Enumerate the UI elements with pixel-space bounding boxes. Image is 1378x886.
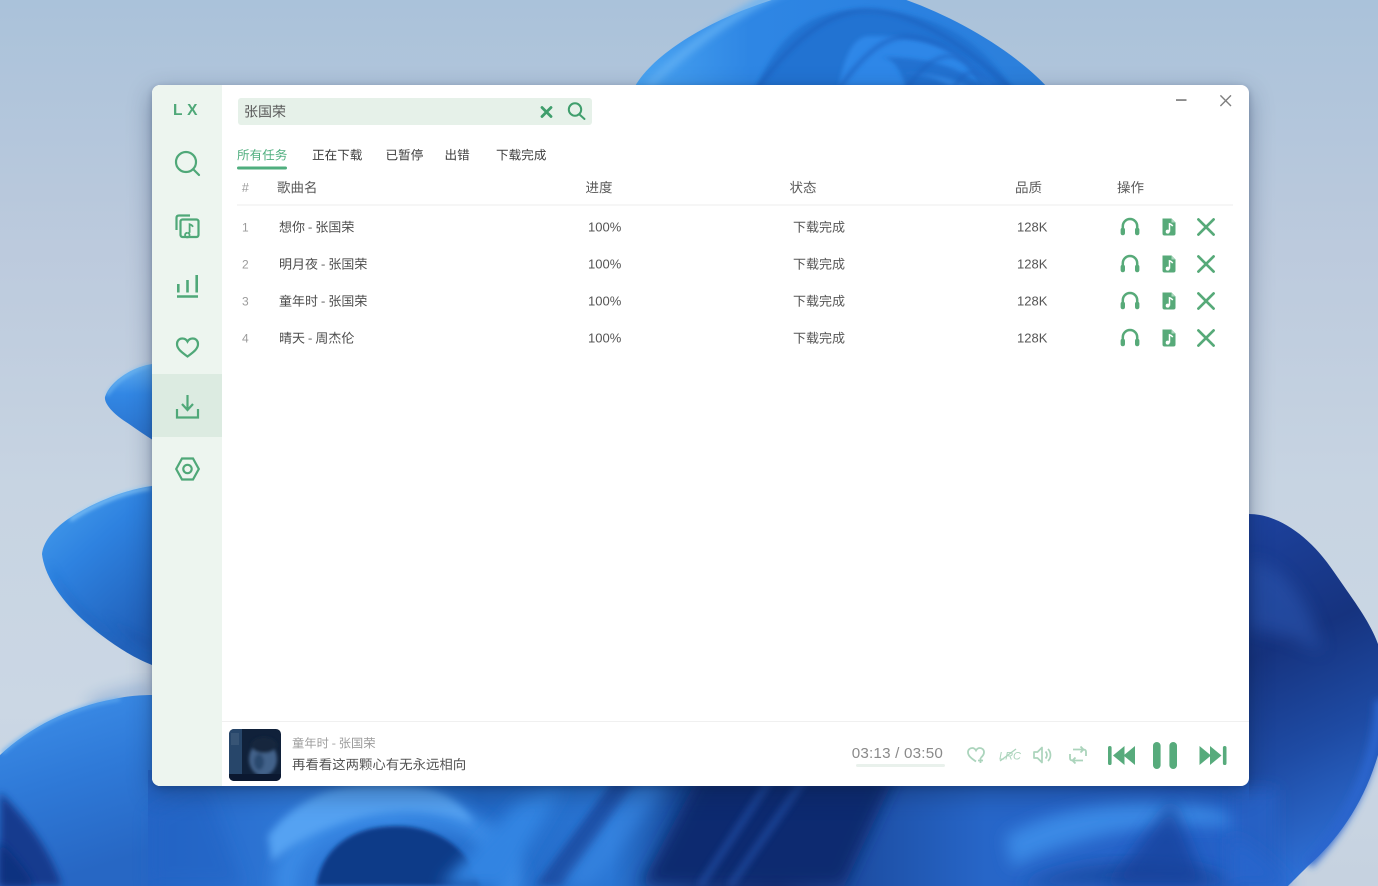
svg-text:128K: 128K (1017, 330, 1048, 345)
svg-text:100%: 100% (588, 293, 622, 308)
svg-text:3: 3 (242, 294, 249, 308)
svg-text:128K: 128K (1017, 256, 1048, 271)
svg-text:128K: 128K (1017, 293, 1048, 308)
svg-text:LX: LX (173, 102, 202, 119)
svg-text:128K: 128K (1017, 219, 1048, 234)
svg-text:4: 4 (242, 331, 249, 345)
svg-text:100%: 100% (588, 219, 622, 234)
svg-text:#: # (242, 181, 249, 195)
svg-text:2: 2 (242, 257, 249, 271)
svg-text:100%: 100% (588, 256, 622, 271)
svg-text:1: 1 (242, 220, 249, 234)
svg-text:03:13 / 03:50: 03:13 / 03:50 (852, 745, 943, 762)
svg-text:100%: 100% (588, 330, 622, 345)
svg-text:LRC: LRC (999, 751, 1021, 763)
